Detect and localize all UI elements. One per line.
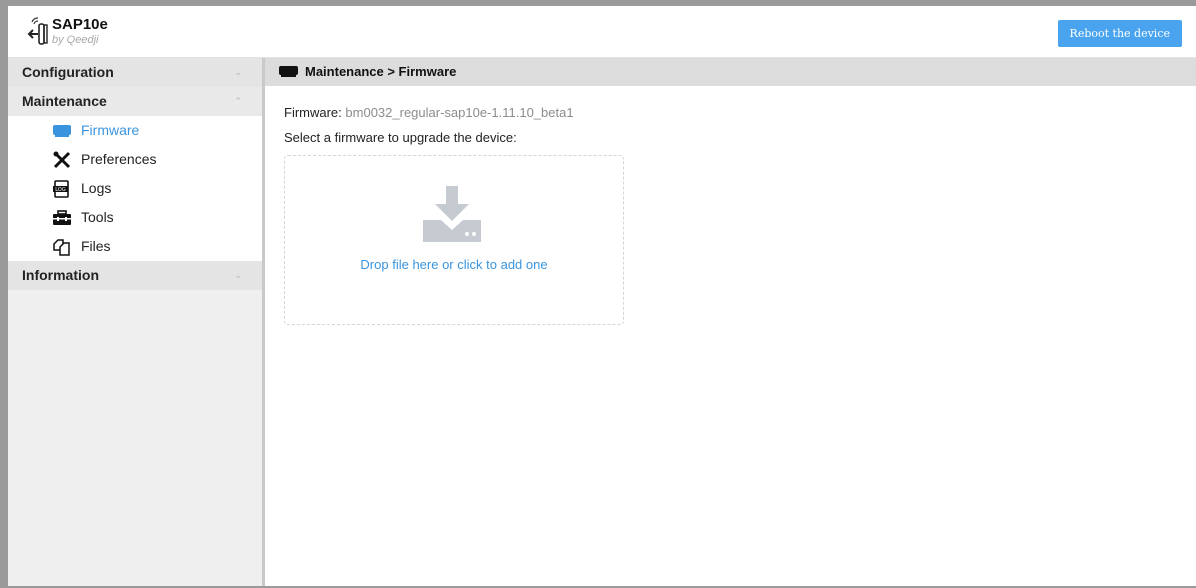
maintenance-menu: Firmware Preferences LOG Logs Tools File…	[8, 116, 262, 261]
sidebar-item-label: Firmware	[81, 122, 140, 138]
select-firmware-prompt: Select a firmware to upgrade the device:	[284, 130, 517, 145]
breadcrumb: Maintenance > Firmware	[265, 58, 1196, 86]
sidebar: Configuration ⌄ Maintenance ⌃ Firmware P…	[8, 58, 262, 586]
sidebar-item-files[interactable]: Files	[8, 232, 262, 261]
firmware-icon	[53, 125, 71, 137]
firmware-version: bm0032_regular-sap10e-1.11.10_beta1	[345, 105, 574, 120]
files-icon	[53, 239, 70, 256]
breadcrumb-text: Maintenance > Firmware	[305, 64, 457, 79]
sidebar-section-configuration[interactable]: Configuration ⌄	[8, 58, 262, 87]
chevron-down-icon: ⌄	[234, 270, 242, 280]
sidebar-item-tools[interactable]: Tools	[8, 203, 262, 232]
dropzone-text: Drop file here or click to add one	[360, 257, 548, 272]
sidebar-item-label: Files	[81, 238, 111, 254]
chevron-down-icon: ⌄	[234, 67, 242, 77]
sidebar-item-label: Logs	[81, 180, 112, 196]
toolbox-icon	[53, 210, 71, 225]
sidebar-item-logs[interactable]: LOG Logs	[8, 174, 262, 203]
sidebar-section-maintenance[interactable]: Maintenance ⌃	[8, 87, 262, 116]
section-label: Configuration	[22, 64, 114, 80]
top-header: SAP10e by Qeedji Reboot the device	[8, 6, 1196, 58]
preferences-tools-icon	[53, 151, 71, 169]
svg-text:LOG: LOG	[55, 187, 66, 193]
sidebar-item-label: Tools	[81, 209, 114, 225]
sidebar-item-firmware[interactable]: Firmware	[8, 116, 262, 145]
firmware-icon	[279, 66, 298, 77]
sidebar-section-information[interactable]: Information ⌄	[8, 261, 262, 290]
sidebar-item-label: Preferences	[81, 151, 157, 167]
app-title: SAP10e	[52, 16, 108, 33]
log-file-icon: LOG	[53, 180, 69, 198]
download-to-drive-icon	[423, 186, 481, 242]
reboot-button[interactable]: Reboot the device	[1057, 20, 1182, 47]
sidebar-item-preferences[interactable]: Preferences	[8, 145, 262, 174]
app-subtitle: by Qeedji	[52, 34, 99, 46]
section-label: Maintenance	[22, 93, 107, 109]
firmware-dropzone[interactable]: Drop file here or click to add one	[284, 155, 624, 325]
main-content: Maintenance > Firmware Firmware: bm0032_…	[265, 58, 1196, 586]
firmware-info: Firmware: bm0032_regular-sap10e-1.11.10_…	[284, 105, 574, 120]
chevron-up-icon: ⌃	[234, 96, 242, 106]
firmware-label: Firmware:	[284, 105, 342, 120]
section-label: Information	[22, 267, 99, 283]
